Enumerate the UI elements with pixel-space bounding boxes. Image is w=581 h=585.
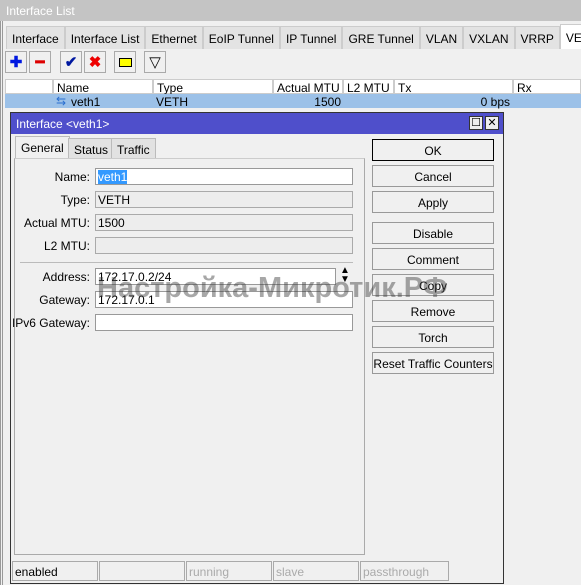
reset-traffic-counters-button[interactable]: Reset Traffic Counters [372,352,494,374]
tab-interface-list[interactable]: Interface List [64,26,146,49]
disable-button[interactable]: Disable [372,222,494,244]
filter-button[interactable]: ▽ [144,51,166,73]
tab-eoip-tunnel[interactable]: EoIP Tunnel [202,26,280,49]
tab-ethernet[interactable]: Ethernet [145,26,203,49]
name-label: Name: [54,170,90,184]
tab-ip-tunnel[interactable]: IP Tunnel [279,26,343,49]
column-header-l2-mtu[interactable]: L2 MTU [343,79,394,95]
row-type: VETH [156,95,189,109]
column-header-rx[interactable]: Rx [513,79,581,95]
row-actual-mtu: 1500 [314,95,341,109]
note-icon [118,57,132,67]
actual-mtu-field: 1500 [95,214,353,231]
plus-icon: ✚ [9,54,23,71]
gateway-input[interactable]: 172.17.0.1 [95,291,353,308]
ipv6-gateway-input[interactable] [95,314,353,331]
interface-icon: ⇆ [56,94,67,108]
separator [20,262,353,263]
tab-gre-tunnel[interactable]: GRE Tunnel [342,26,420,49]
dialog-tab-traffic[interactable]: Traffic [111,138,156,159]
comment-button[interactable] [114,51,136,73]
add-button[interactable]: ✚ [5,51,27,73]
apply-button[interactable]: Apply [372,191,494,213]
enable-button[interactable]: ✔ [60,51,82,73]
status-enabled: enabled [12,561,98,581]
tab-vlan[interactable]: VLAN [419,26,464,49]
row-tx: 0 bps [480,95,510,109]
status-running: running [186,561,272,581]
status-passthrough: passthrough [360,561,449,581]
address-label: Address: [42,270,90,284]
address-input[interactable]: 172.17.0.2/24 [95,268,336,285]
maximize-icon: ☐ [471,117,481,129]
status-slave: slave [273,561,359,581]
row-name: veth1 [71,95,101,109]
x-icon: ✖ [88,54,102,71]
remove-button[interactable]: Remove [372,300,494,322]
close-button[interactable]: ✕ [485,116,499,130]
tab-veth[interactable]: VETH [559,24,581,49]
comment-button[interactable]: Comment [372,248,494,270]
dialog-tab-status[interactable]: Status [68,138,115,159]
copy-button[interactable]: Copy [372,274,494,296]
column-header-type[interactable]: Type [153,79,273,95]
column-header-tx[interactable]: Tx [394,79,513,95]
tab-vxlan[interactable]: VXLAN [463,26,515,49]
l2-mtu-field [95,237,353,254]
tab-bar: Interface Interface List Ethernet EoIP T… [6,24,581,49]
dialog-title: Interface <veth1> [11,113,503,134]
spinner-icon[interactable]: ▲ ▼ [340,266,350,285]
tab-vrrp[interactable]: VRRP [514,26,560,49]
column-header-name[interactable]: Name [53,79,153,95]
type-field: VETH [95,191,353,208]
column-header-actual-mtu[interactable]: Actual MTU [273,79,343,95]
cancel-button[interactable]: Cancel [372,165,494,187]
l2-mtu-label: L2 MTU: [43,239,90,253]
window-title: Interface List [0,0,581,21]
status-blank [99,561,185,581]
torch-button[interactable]: Torch [372,326,494,348]
actual-mtu-label: Actual MTU: [23,216,90,230]
remove-button[interactable]: ━ [29,51,51,73]
tab-interface[interactable]: Interface [6,26,65,49]
gateway-label: Gateway: [39,293,90,307]
type-label: Type: [60,193,90,207]
name-input[interactable]: veth1 [95,168,353,185]
minus-icon: ━ [35,54,45,71]
ok-button[interactable]: OK [372,139,494,161]
maximize-button[interactable]: ☐ [469,116,483,130]
ipv6-gateway-label: IPv6 Gateway: [11,316,90,330]
dialog-tab-general[interactable]: General [15,136,70,159]
filter-icon: ▽ [149,54,161,71]
column-header-blank [5,79,53,94]
disable-button[interactable]: ✖ [84,51,106,73]
name-value: veth1 [98,170,128,184]
check-icon: ✔ [64,54,78,71]
close-icon: ✕ [487,117,497,129]
